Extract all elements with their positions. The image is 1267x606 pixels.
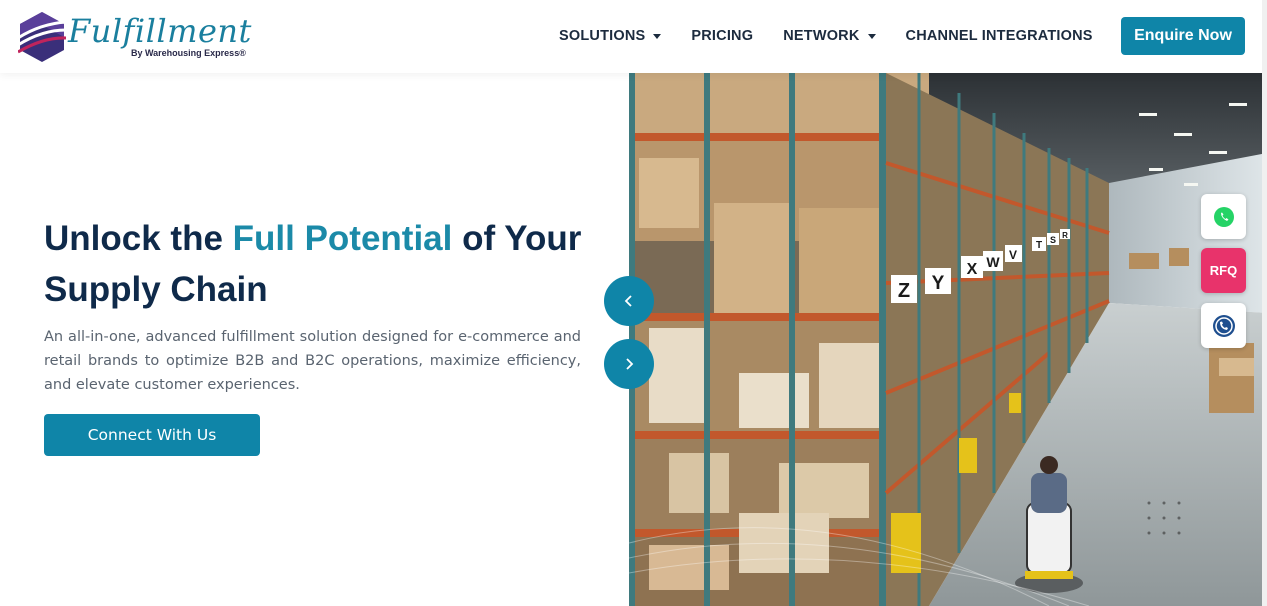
aisle-sign-x: X	[967, 261, 978, 278]
nav-item-label: SOLUTIONS	[559, 28, 646, 44]
main-nav: SOLUTIONS PRICING NETWORK CHANNEL INTEGR…	[559, 26, 1123, 46]
hero-text-panel: Unlock the Full Potential of Your Supply…	[0, 73, 629, 606]
nav-item-channel-integrations[interactable]: CHANNEL INTEGRATIONS	[906, 26, 1093, 46]
nav-item-pricing[interactable]: PRICING	[691, 26, 753, 46]
aisle-sign-v: V	[1009, 248, 1017, 262]
nav-item-network[interactable]: NETWORK	[783, 26, 876, 46]
whatsapp-button[interactable]	[1201, 194, 1246, 239]
slider-next-button[interactable]	[604, 339, 654, 389]
rfq-button[interactable]: RFQ	[1201, 248, 1246, 293]
aisle-sign-t: T	[1036, 240, 1042, 251]
enquire-now-button[interactable]: Enquire Now	[1121, 17, 1245, 55]
chevron-left-icon	[624, 295, 632, 307]
nav-item-label: PRICING	[691, 28, 754, 44]
hero-title: Unlock the Full Potential of Your Supply…	[44, 213, 604, 315]
logo-hexagon-icon	[18, 12, 66, 62]
nav-item-solutions[interactable]: SOLUTIONS	[559, 26, 662, 46]
hero-title-accent: Full Potential	[232, 219, 453, 258]
aisle-sign-y: Y	[932, 273, 945, 294]
hero-description: An all-in-one, advanced fulfillment solu…	[44, 329, 581, 393]
slider-prev-button[interactable]	[604, 276, 654, 326]
connect-with-us-button[interactable]: Connect With Us	[44, 414, 260, 456]
hero-warehouse-image: Z Y X W V T S R	[629, 73, 1267, 606]
aisle-sign-s: S	[1050, 235, 1056, 245]
nav-item-label: CHANNEL INTEGRATIONS	[905, 28, 1093, 44]
chevron-right-icon	[626, 358, 634, 370]
site-header: Fulfillment By Warehousing Express® SOLU…	[0, 0, 1267, 73]
call-button[interactable]	[1201, 303, 1246, 348]
logo-wordmark: Fulfillment	[68, 12, 252, 50]
hero-title-part1: Unlock the	[44, 219, 233, 258]
aisle-sign-r: R	[1062, 231, 1068, 240]
aisle-sign-w: W	[986, 254, 1000, 270]
logo-tagline: By Warehousing Express®	[131, 48, 246, 58]
brand-logo[interactable]: Fulfillment By Warehousing Express®	[18, 8, 258, 64]
scrollbar[interactable]	[1262, 0, 1267, 606]
phone-icon	[1212, 314, 1235, 337]
nav-item-label: NETWORK	[783, 28, 860, 44]
caret-down-icon	[867, 33, 876, 39]
caret-down-icon	[653, 33, 662, 39]
aisle-sign-z: Z	[898, 280, 910, 302]
whatsapp-icon	[1213, 206, 1234, 227]
